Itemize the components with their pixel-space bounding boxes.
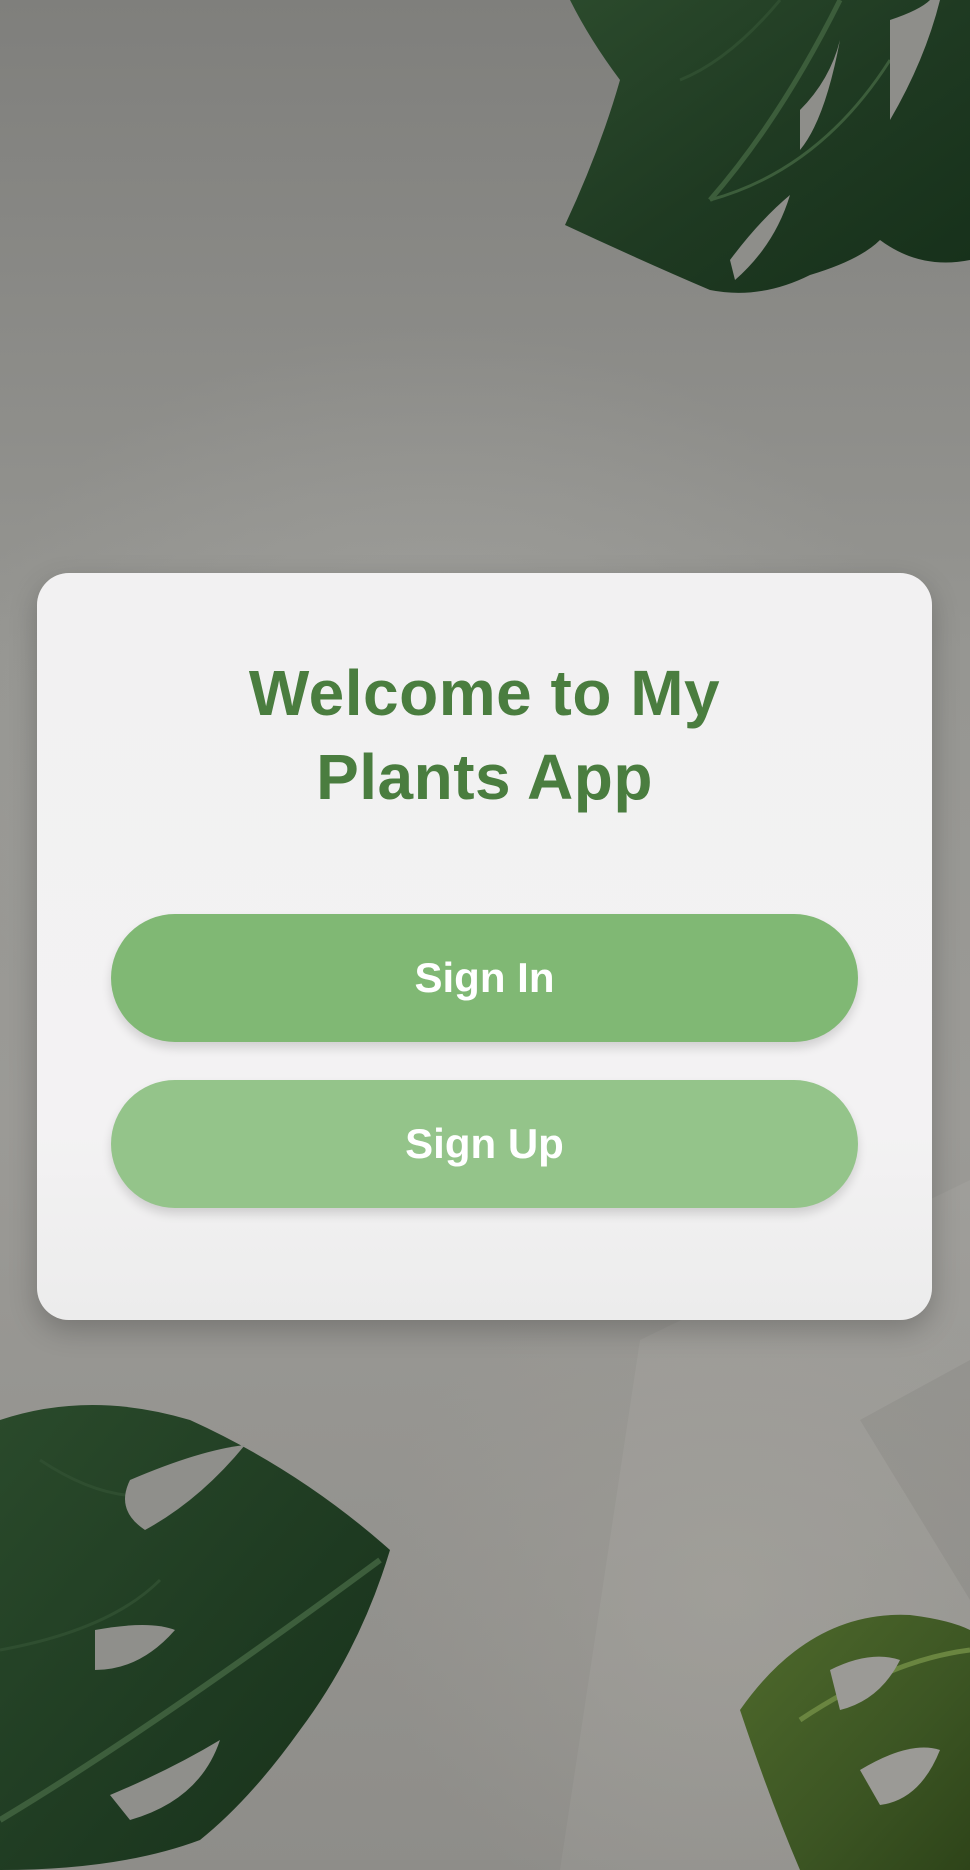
- monstera-leaf-icon: [0, 1405, 390, 1870]
- sign-up-button[interactable]: Sign Up: [111, 1080, 858, 1208]
- sign-in-button[interactable]: Sign In: [111, 914, 858, 1042]
- monstera-leaf-icon: [740, 1614, 970, 1870]
- welcome-title: Welcome to My Plants App: [248, 657, 721, 813]
- monstera-leaf-icon: [565, 0, 970, 293]
- welcome-card: Welcome to My Plants App Sign In Sign Up: [37, 573, 932, 1320]
